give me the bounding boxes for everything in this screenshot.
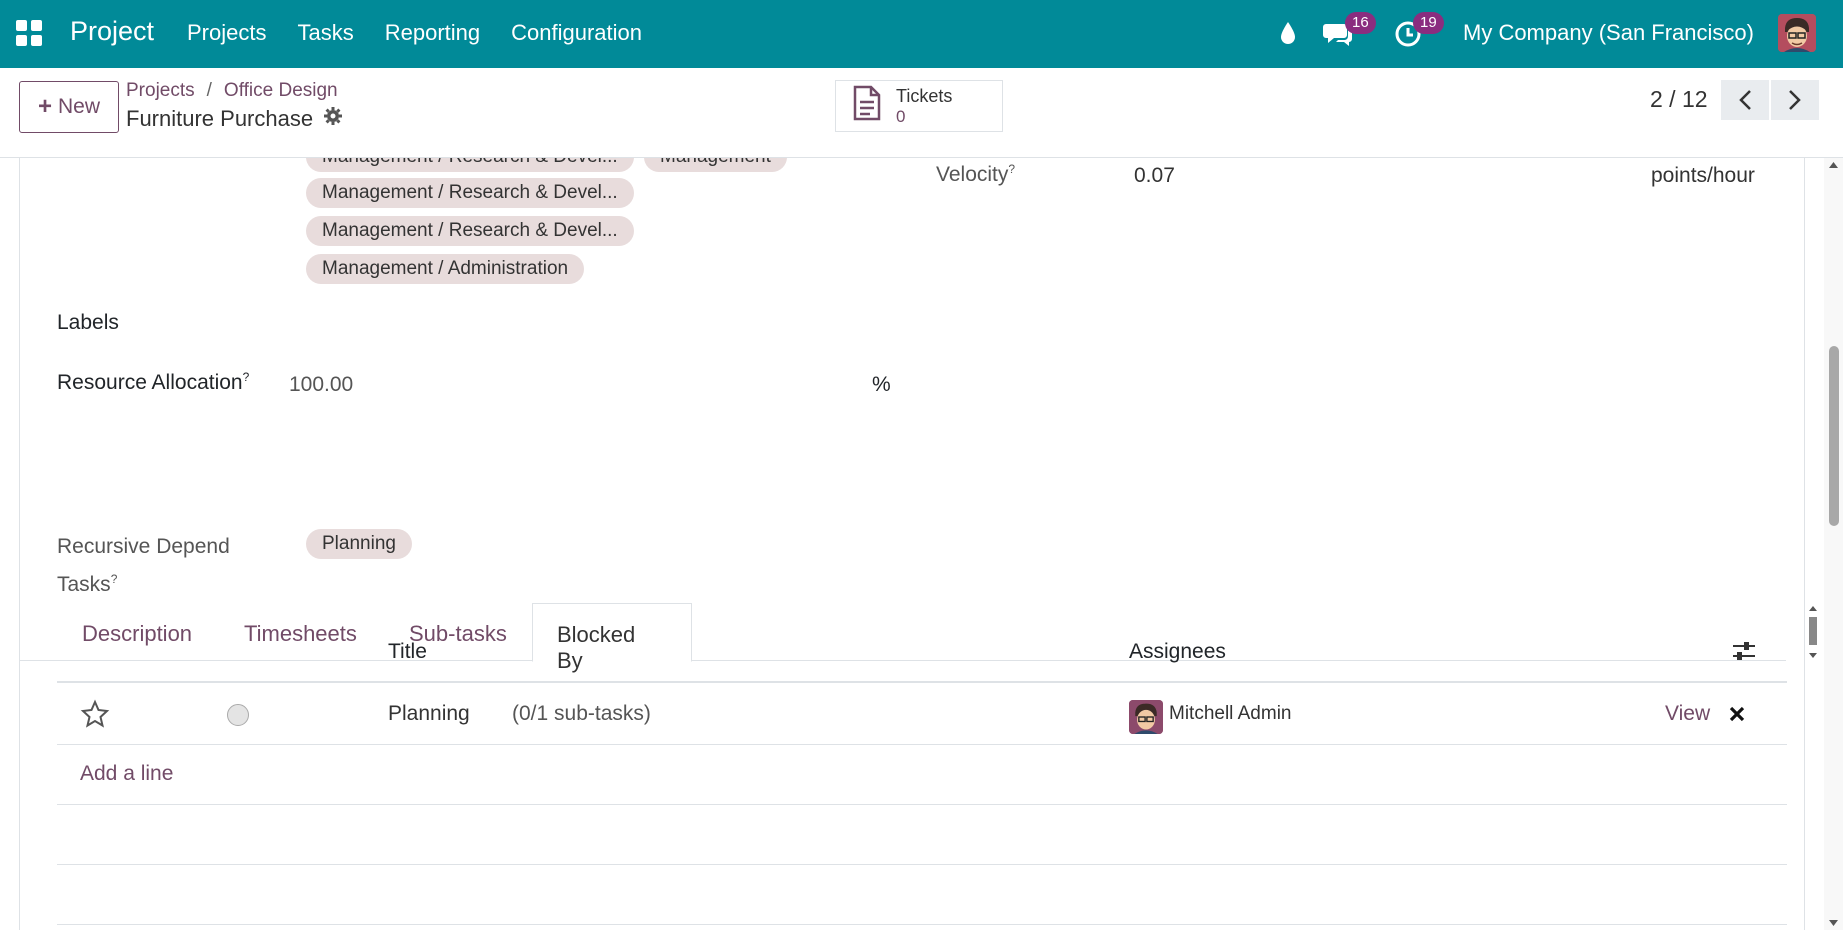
recursive-depend-label: Recursive Depend Tasks? xyxy=(57,535,230,596)
column-title[interactable]: Title xyxy=(388,640,427,664)
tag-chip[interactable]: Management xyxy=(644,158,787,172)
menu-configuration[interactable]: Configuration xyxy=(511,20,642,46)
add-line-link[interactable]: Add a line xyxy=(80,762,173,786)
chevron-right-icon xyxy=(1789,90,1801,110)
tickets-smart-button[interactable]: Tickets 0 xyxy=(835,80,1003,132)
velocity-unit: points/hour xyxy=(1651,164,1755,187)
resource-allocation-unit: % xyxy=(872,373,891,396)
labels-label: Labels xyxy=(57,311,119,334)
velocity-label: Velocity? xyxy=(936,162,1016,186)
pager-previous-button[interactable] xyxy=(1721,80,1769,120)
row-subtasks: (0/1 sub-tasks) xyxy=(512,702,651,725)
tickets-label: Tickets xyxy=(896,85,953,106)
gear-icon[interactable] xyxy=(323,106,343,132)
table-row[interactable]: Planning (0/1 sub-tasks) Mitchell Admin … xyxy=(57,685,1787,745)
star-icon[interactable] xyxy=(80,699,110,735)
row-assignee: Mitchell Admin xyxy=(1169,703,1292,724)
velocity-value[interactable]: 0.07 xyxy=(1134,164,1175,188)
breadcrumb-projects[interactable]: Projects xyxy=(126,80,195,101)
tag-chip[interactable]: Management / Administration xyxy=(306,254,585,284)
form-sheet: Management / Research & Devel... Managem… xyxy=(19,158,1817,930)
pager-value: 2 / 12 xyxy=(1650,86,1708,112)
user-avatar[interactable] xyxy=(1778,14,1816,52)
tag-chip[interactable]: Management / Research & Devel... xyxy=(306,178,634,208)
chat-badge: 16 xyxy=(1345,12,1376,34)
empty-row xyxy=(57,865,1787,925)
resource-allocation-value[interactable]: 100.00 xyxy=(289,373,353,397)
menu-tasks[interactable]: Tasks xyxy=(297,20,353,46)
breadcrumb-office-design[interactable]: Office Design xyxy=(224,80,338,101)
remove-row-icon[interactable] xyxy=(1728,705,1746,729)
tags-overflow: Management / Research & Devel... Managem… xyxy=(20,158,1780,180)
app-grid-icon[interactable] xyxy=(16,20,42,46)
new-button-label: New xyxy=(58,95,101,118)
assignee-avatar xyxy=(1129,700,1163,734)
tag-chip[interactable]: Management / Research & Devel... xyxy=(306,216,634,246)
chevron-left-icon xyxy=(1739,90,1751,110)
menu-projects[interactable]: Projects xyxy=(187,20,266,46)
main-menu: Projects Tasks Reporting Configuration xyxy=(187,20,642,46)
tag-chip[interactable]: Management / Research & Devel... xyxy=(306,158,634,172)
control-panel: + New Projects / Office Design Furniture P… xyxy=(0,68,1843,158)
tabs-scrollbar[interactable] xyxy=(1806,603,1826,661)
pager-next-button[interactable] xyxy=(1771,80,1819,120)
water-drop-icon[interactable] xyxy=(1279,20,1297,52)
record-title: Furniture Purchase xyxy=(126,106,343,132)
breadcrumb: Projects / Office Design xyxy=(126,80,338,102)
row-view-link[interactable]: View xyxy=(1665,702,1710,726)
record-name: Furniture Purchase xyxy=(126,106,314,131)
company-switcher[interactable]: My Company (San Francisco) xyxy=(1463,20,1754,46)
add-line-row: Add a line xyxy=(57,745,1787,805)
new-button[interactable]: + New xyxy=(19,81,119,133)
menu-reporting[interactable]: Reporting xyxy=(385,20,480,46)
row-title: Planning xyxy=(388,702,470,725)
document-icon xyxy=(852,85,882,127)
page-scrollbar[interactable] xyxy=(1824,158,1843,930)
breadcrumb-separator: / xyxy=(206,80,212,101)
tickets-count: 0 xyxy=(896,106,906,126)
column-assignees[interactable]: Assignees xyxy=(1129,640,1226,664)
optional-columns-icon[interactable] xyxy=(1731,639,1757,669)
plus-icon: + xyxy=(37,93,52,120)
empty-row xyxy=(57,805,1787,865)
status-circle-icon[interactable] xyxy=(227,704,249,726)
top-navbar: Project Projects Tasks Reporting Configu… xyxy=(0,0,1843,68)
resource-allocation-label: Resource Allocation? xyxy=(57,370,250,394)
app-brand[interactable]: Project xyxy=(70,16,154,47)
recursive-tag-planning[interactable]: Planning xyxy=(306,529,412,559)
activity-badge: 19 xyxy=(1413,12,1444,34)
table-header: Title Assignees xyxy=(57,623,1787,683)
